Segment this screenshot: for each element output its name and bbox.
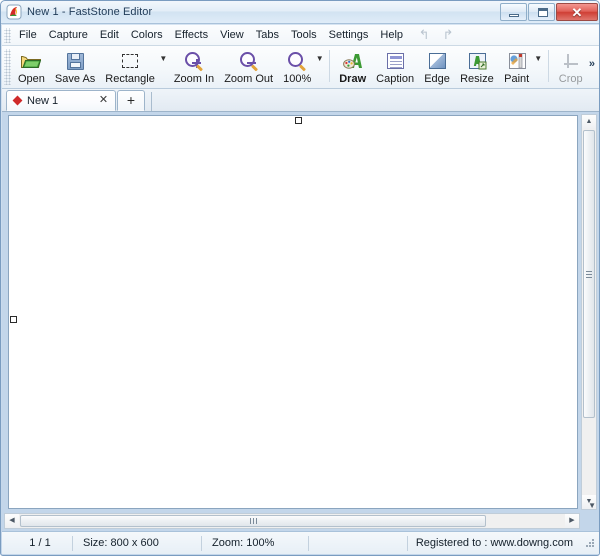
maximize-button[interactable] xyxy=(528,3,555,21)
toolbar-separator xyxy=(329,50,331,82)
menu-item-capture[interactable]: Capture xyxy=(43,26,94,45)
edge-effect-icon xyxy=(426,50,448,72)
toolbar-label-paint: Paint xyxy=(504,73,530,85)
menu-item-effects[interactable]: Effects xyxy=(169,26,214,45)
toolbar-label-resize: Resize xyxy=(460,73,494,85)
unsaved-diamond-icon xyxy=(12,95,23,106)
new-tab-button[interactable]: + xyxy=(117,90,145,111)
title-bar: New 1 - FastStone Editor ✕ xyxy=(1,1,599,24)
canvas-surface[interactable] xyxy=(9,116,577,508)
paint-brush-icon xyxy=(506,50,528,72)
toolbar-button-rectangle[interactable]: Rectangle xyxy=(100,46,160,86)
undo-redo-group: ↰ ↱ xyxy=(417,28,455,42)
menu-item-settings[interactable]: Settings xyxy=(323,26,375,45)
minimize-icon xyxy=(509,14,519,17)
toolbar-button-draw[interactable]: Draw xyxy=(334,46,371,86)
tab-strip-divider xyxy=(151,92,152,111)
tab-bar: New 1 ✕ + xyxy=(2,89,599,112)
toolbar-button-zoom-out[interactable]: Zoom Out xyxy=(219,46,278,86)
menu-item-file[interactable]: File xyxy=(13,26,43,45)
close-button[interactable]: ✕ xyxy=(556,3,598,21)
toolbar-button-caption[interactable]: Caption xyxy=(371,46,419,86)
menu-item-view[interactable]: View xyxy=(214,26,250,45)
toolbar-label-draw: Draw xyxy=(339,73,367,85)
window-controls: ✕ xyxy=(500,3,598,21)
status-page-count: 1 / 1 xyxy=(8,535,73,551)
vertical-scroll-thumb[interactable] xyxy=(583,130,595,418)
status-zoom-level: Zoom: 100% xyxy=(202,535,309,551)
main-toolbar: Open Save As Rectangle ▼ Zoom In Zoom Ou… xyxy=(2,46,599,89)
scroll-thumb-grip-icon-h xyxy=(250,518,251,524)
zoom-dropdown-arrow-icon[interactable]: ▼ xyxy=(315,55,324,63)
status-registered-to: Registered to : www.downg.com xyxy=(406,535,581,551)
close-icon: ✕ xyxy=(571,5,583,20)
toolbar-label-save-as: Save As xyxy=(54,73,96,85)
scroll-left-arrow-icon[interactable]: ◀ xyxy=(5,514,19,528)
toolbar-separator-2 xyxy=(547,50,549,82)
redo-icon[interactable]: ↱ xyxy=(441,28,455,42)
menu-item-colors[interactable]: Colors xyxy=(125,26,169,45)
toolbar-button-resize[interactable]: Resize xyxy=(455,46,499,86)
window-resize-grip[interactable] xyxy=(583,536,597,550)
floppy-disk-icon xyxy=(64,50,86,72)
app-window: New 1 - FastStone Editor ✕ File Capture … xyxy=(0,0,600,556)
toolbar-label-crop: Crop xyxy=(558,73,583,85)
menu-bar: File Capture Edit Colors Effects View Ta… xyxy=(2,25,599,46)
magnifier-minus-icon xyxy=(238,50,260,72)
toolbar-button-crop[interactable]: Crop xyxy=(553,46,589,86)
tab-label: New 1 xyxy=(27,94,59,107)
toolbar-button-open[interactable]: Open xyxy=(13,46,50,86)
open-folder-icon xyxy=(20,50,42,72)
tab-close-icon[interactable]: ✕ xyxy=(97,94,110,107)
scroll-thumb-grip-icon xyxy=(586,271,592,272)
horizontal-scroll-thumb[interactable] xyxy=(20,515,486,527)
minimize-button[interactable] xyxy=(500,3,527,21)
scroll-up-arrow-icon[interactable]: ▲ xyxy=(582,115,596,129)
menu-item-edit[interactable]: Edit xyxy=(94,26,125,45)
toolbar-button-edge[interactable]: Edge xyxy=(419,46,455,86)
status-bar: 1 / 1 Size: 800 x 600 Zoom: 100% Registe… xyxy=(2,531,599,554)
maximize-icon xyxy=(538,8,548,17)
menu-item-tools[interactable]: Tools xyxy=(285,26,323,45)
magnifier-icon xyxy=(286,50,308,72)
toolbar-label-rectangle: Rectangle xyxy=(105,73,155,85)
image-canvas[interactable] xyxy=(8,115,578,509)
toolbar-label-zoom-out: Zoom Out xyxy=(224,73,274,85)
toolbar-overflow-chevron-icon[interactable]: » xyxy=(589,58,595,70)
toolbar-button-paint[interactable]: Paint xyxy=(499,46,535,86)
rectangle-dropdown-arrow-icon[interactable]: ▼ xyxy=(159,55,168,63)
menu-item-help[interactable]: Help xyxy=(374,26,409,45)
toolbar-label-caption: Caption xyxy=(376,73,415,85)
horizontal-scrollbar[interactable]: ◀ ▶ xyxy=(4,513,580,529)
tab-new-1[interactable]: New 1 ✕ xyxy=(6,90,116,111)
toolbar-label-zoom-in: Zoom In xyxy=(173,73,215,85)
toolbar-button-zoom-in[interactable]: Zoom In xyxy=(169,46,219,86)
selection-handle-top[interactable] xyxy=(295,117,302,124)
scroll-right-arrow-icon[interactable]: ▶ xyxy=(565,514,579,528)
selection-handle-left[interactable] xyxy=(10,316,17,323)
toolbar-button-zoom-100[interactable]: 100% xyxy=(278,46,316,86)
marquee-select-icon xyxy=(119,50,141,72)
toolbar-label-open: Open xyxy=(18,73,45,85)
draw-palette-icon xyxy=(342,50,364,72)
undo-icon[interactable]: ↰ xyxy=(417,28,431,42)
toolbar-label-edge: Edge xyxy=(424,73,450,85)
caption-icon xyxy=(384,50,406,72)
vertical-scrollbar[interactable]: ▲ ▼ xyxy=(581,114,597,510)
faststone-logo-icon xyxy=(6,4,22,20)
toolbar-label-zoom-100: 100% xyxy=(283,73,312,85)
magnifier-plus-icon xyxy=(183,50,205,72)
toolbar-drag-grip[interactable] xyxy=(4,49,11,85)
status-image-size: Size: 800 x 600 xyxy=(73,535,202,551)
scroll-corner-arrow-icon[interactable]: ▼ xyxy=(588,502,596,510)
paint-dropdown-arrow-icon[interactable]: ▼ xyxy=(534,55,543,63)
work-area: ▲ ▼ ▼ ◀ ▶ xyxy=(2,112,599,531)
menu-item-tabs[interactable]: Tabs xyxy=(250,26,285,45)
menu-drag-grip[interactable] xyxy=(4,27,11,43)
status-right-group: Registered to : www.downg.com xyxy=(406,535,599,551)
resize-image-icon xyxy=(466,50,488,72)
crop-icon xyxy=(560,50,582,72)
toolbar-button-save-as[interactable]: Save As xyxy=(50,46,100,86)
window-title: New 1 - FastStone Editor xyxy=(27,6,153,18)
